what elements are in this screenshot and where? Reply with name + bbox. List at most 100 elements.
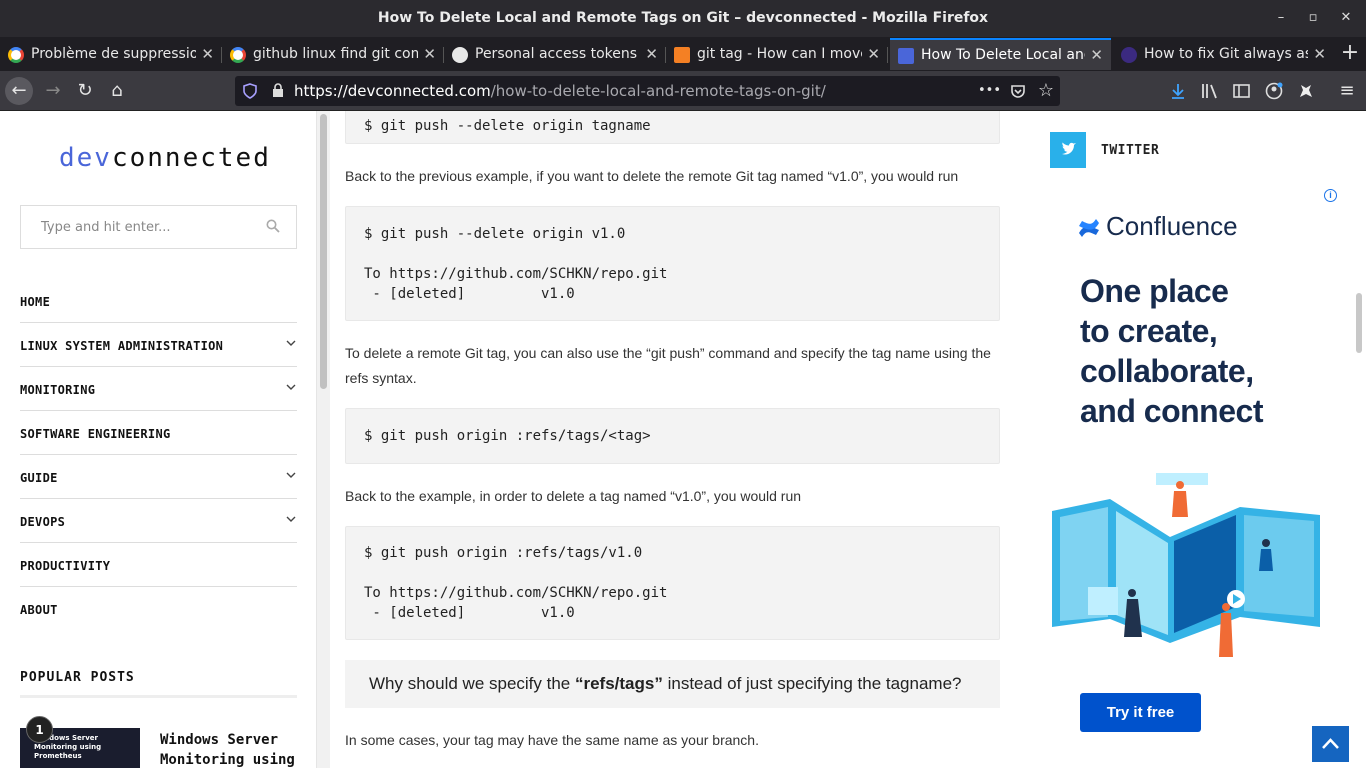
github-icon [452, 47, 468, 63]
close-window-button[interactable]: ✕ [1336, 8, 1356, 28]
tab-2[interactable]: github linux find git com ✕ [222, 39, 444, 71]
google-icon [230, 47, 246, 63]
back-button[interactable]: ← [5, 77, 33, 105]
right-sidebar: TWITTER i Confluence One place to create… [1050, 111, 1366, 768]
left-sidebar: devconnected Type and hit enter... HOME … [0, 111, 316, 768]
tab-close-icon[interactable]: ✕ [201, 45, 214, 63]
tab-close-icon[interactable]: ✕ [867, 45, 880, 63]
tab-close-icon[interactable]: ✕ [1090, 46, 1103, 64]
section-heading-callout: Why should we specify the “refs/tags” in… [345, 660, 1000, 708]
maximize-button[interactable]: ▫ [1303, 8, 1323, 28]
menu-item-linux-system-administration[interactable]: LINUX SYSTEM ADMINISTRATION [20, 323, 297, 367]
tab-4[interactable]: git tag - How can I move ✕ [666, 39, 888, 71]
menu-item-guide[interactable]: GUIDE [20, 455, 297, 499]
search-placeholder: Type and hit enter... [41, 220, 171, 235]
ad-illustration-image [1052, 473, 1320, 657]
code-block: $ git push origin :refs/tags/v1.0 To htt… [345, 526, 1000, 640]
page-actions-icon[interactable]: ••• [978, 80, 1001, 102]
post-title-link[interactable]: Windows Server Monitoring using [160, 730, 300, 768]
ad-headline: One place to create, collaborate, and co… [1080, 273, 1263, 429]
chevron-down-icon[interactable] [285, 337, 297, 349]
library-icon[interactable] [1201, 83, 1219, 99]
url-text[interactable]: https://devconnected.com/how-to-delete-l… [294, 82, 826, 100]
scroll-to-top-button[interactable] [1312, 726, 1349, 762]
sidebar-toggle-icon[interactable] [1233, 83, 1250, 99]
menu-label: LINUX SYSTEM ADMINISTRATION [20, 339, 224, 353]
twitter-icon[interactable] [1050, 132, 1086, 168]
confluence-logo-icon [1079, 219, 1099, 237]
menu-item-home[interactable]: HOME [20, 279, 297, 323]
tab-separator [887, 47, 888, 63]
reload-button[interactable]: ↻ [71, 77, 99, 105]
tab-label: git tag - How can I move [697, 46, 862, 62]
chevron-up-icon [1322, 738, 1339, 749]
tab-5-active[interactable]: How To Delete Local and ✕ [890, 38, 1111, 70]
search-input[interactable]: Type and hit enter... [20, 205, 297, 249]
ad-info-icon[interactable]: i [1324, 189, 1337, 202]
tab-close-icon[interactable]: ✕ [423, 45, 436, 63]
lock-icon[interactable] [272, 83, 284, 98]
bookmark-star-icon[interactable]: ☆ [1035, 80, 1057, 102]
menu-label: GUIDE [20, 471, 58, 485]
menu-label: DEVOPS [20, 515, 66, 529]
scrollbar-thumb[interactable] [1356, 293, 1362, 353]
pocket-icon[interactable] [1010, 83, 1026, 99]
menu-item-productivity[interactable]: PRODUCTIVITY [20, 543, 297, 587]
tab-close-icon[interactable]: ✕ [1313, 45, 1326, 63]
extension-icon[interactable] [1297, 82, 1315, 100]
menu-item-about[interactable]: ABOUT [20, 587, 297, 631]
paragraph: Back to the example, in order to delete … [345, 488, 802, 504]
menu-label: PRODUCTIVITY [20, 559, 111, 573]
code-block: $ git push origin :refs/tags/<tag> [345, 408, 1000, 464]
tab-3[interactable]: Personal access tokens ✕ [444, 39, 666, 71]
chevron-down-icon[interactable] [285, 381, 297, 393]
sidebar-scrollbar[interactable] [316, 111, 330, 768]
tab-label: How to fix Git always ask [1144, 46, 1308, 62]
home-button[interactable]: ⌂ [103, 77, 131, 105]
chevron-down-icon[interactable] [285, 513, 297, 525]
tab-6[interactable]: How to fix Git always ask ✕ [1113, 39, 1334, 71]
hamburger-menu-icon[interactable]: ≡ [1336, 80, 1358, 102]
chevron-down-icon[interactable] [285, 469, 297, 481]
navigation-toolbar: ← → ↻ ⌂ https://devconnected.com/how-to-… [0, 71, 1366, 111]
ad-brand-name: Confluence [1106, 211, 1238, 241]
site-logo[interactable]: devconnected [59, 143, 271, 173]
forward-button[interactable]: → [39, 77, 67, 105]
google-icon [8, 47, 24, 63]
tab-bar: Problème de suppression ✕ github linux f… [0, 37, 1366, 71]
tab-1[interactable]: Problème de suppression ✕ [0, 39, 222, 71]
paragraph: Back to the previous example, if you wan… [345, 168, 959, 184]
tab-label: How To Delete Local and [921, 47, 1085, 63]
downloads-icon[interactable] [1170, 83, 1186, 99]
menu-item-software-engineering[interactable]: SOFTWARE ENGINEERING [20, 411, 297, 455]
popular-posts-heading: POPULAR POSTS [20, 670, 135, 685]
code-block: $ git push --delete origin v1.0 To https… [345, 206, 1000, 321]
tab-close-icon[interactable]: ✕ [645, 45, 658, 63]
code-block: $ git push --delete origin tagname [345, 111, 1000, 144]
new-tab-button[interactable]: + [1334, 37, 1366, 71]
divider [20, 695, 297, 698]
stackoverflow-icon [674, 47, 690, 63]
scrollbar-thumb[interactable] [320, 114, 327, 389]
tracking-shield-icon[interactable] [243, 83, 257, 99]
account-icon[interactable] [1265, 82, 1283, 100]
window-title: How To Delete Local and Remote Tags on G… [377, 10, 989, 26]
callout-text: Why should we specify the “refs/tags” in… [369, 674, 962, 693]
try-it-free-button[interactable]: Try it free [1080, 693, 1201, 732]
tab-label: github linux find git com [253, 46, 418, 62]
twitter-link[interactable]: TWITTER [1101, 143, 1159, 158]
menu-label: MONITORING [20, 383, 96, 397]
minimize-button[interactable]: – [1271, 8, 1291, 28]
post-rank-badge: 1 [26, 716, 53, 743]
menu-item-devops[interactable]: DEVOPS [20, 499, 297, 543]
tab-label: Problème de suppression [31, 46, 196, 62]
url-bar[interactable]: https://devconnected.com/how-to-delete-l… [235, 76, 1060, 106]
menu-label: HOME [20, 295, 51, 309]
tab-label: Personal access tokens [475, 46, 638, 62]
page-scrollbar[interactable] [1352, 111, 1366, 768]
menu-label: SOFTWARE ENGINEERING [20, 427, 171, 441]
menu-item-monitoring[interactable]: MONITORING [20, 367, 297, 411]
paragraph: To delete a remote Git tag, you can also… [345, 345, 991, 386]
menu-label: ABOUT [20, 603, 58, 617]
search-icon[interactable] [266, 219, 280, 233]
